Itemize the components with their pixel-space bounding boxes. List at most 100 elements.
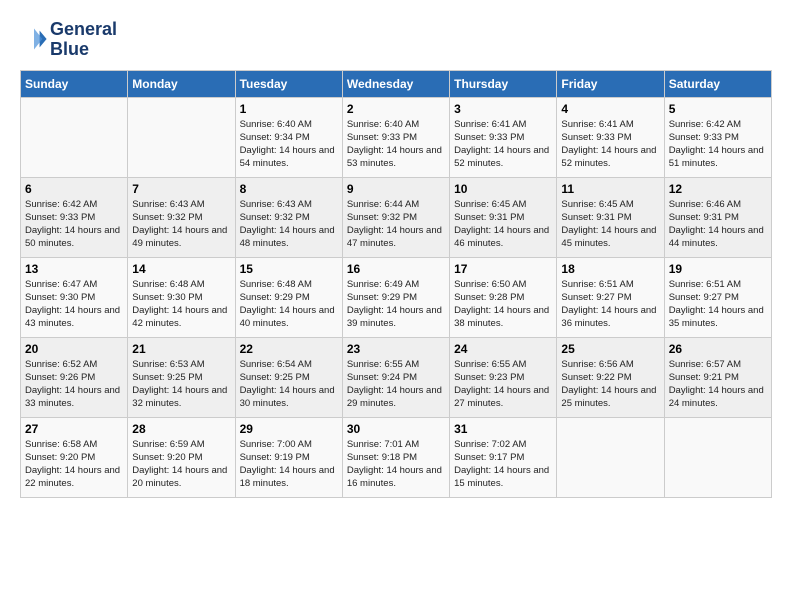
day-number: 8 [240,182,338,196]
calendar-cell: 20 Sunrise: 6:52 AMSunset: 9:26 PMDayligh… [21,337,128,417]
day-info: Sunrise: 6:51 AMSunset: 9:27 PMDaylight:… [561,278,659,331]
day-info: Sunrise: 6:53 AMSunset: 9:25 PMDaylight:… [132,358,230,411]
calendar-week-5: 27 Sunrise: 6:58 AMSunset: 9:20 PMDayligh… [21,417,772,497]
day-info: Sunrise: 6:50 AMSunset: 9:28 PMDaylight:… [454,278,552,331]
col-header-tuesday: Tuesday [235,70,342,97]
day-number: 26 [669,342,767,356]
calendar-cell: 21 Sunrise: 6:53 AMSunset: 9:25 PMDayligh… [128,337,235,417]
day-info: Sunrise: 6:55 AMSunset: 9:23 PMDaylight:… [454,358,552,411]
calendar-cell: 11Sunrise: 6:45 AMSunset: 9:31 PMDayligh… [557,177,664,257]
day-info: Sunrise: 6:58 AMSunset: 9:20 PMDaylight:… [25,438,123,491]
day-number: 9 [347,182,445,196]
day-info: Sunrise: 6:41 AMSunset: 9:33 PMDaylight:… [561,118,659,171]
day-info: Sunrise: 6:41 AMSunset: 9:33 PMDaylight:… [454,118,552,171]
day-info: Sunrise: 7:01 AMSunset: 9:18 PMDaylight:… [347,438,445,491]
day-info: Sunrise: 6:42 AMSunset: 9:33 PMDaylight:… [25,198,123,251]
day-number: 15 [240,262,338,276]
calendar-cell [557,417,664,497]
logo-text: General Blue [50,20,117,60]
calendar-cell: 14 Sunrise: 6:48 AMSunset: 9:30 PMDayligh… [128,257,235,337]
calendar-cell: 17 Sunrise: 6:50 AMSunset: 9:28 PMDayligh… [450,257,557,337]
day-info: Sunrise: 6:46 AMSunset: 9:31 PMDaylight:… [669,198,767,251]
calendar-cell: 13 Sunrise: 6:47 AMSunset: 9:30 PMDayligh… [21,257,128,337]
calendar-cell: 24 Sunrise: 6:55 AMSunset: 9:23 PMDayligh… [450,337,557,417]
day-info: Sunrise: 6:48 AMSunset: 9:29 PMDaylight:… [240,278,338,331]
calendar-week-4: 20 Sunrise: 6:52 AMSunset: 9:26 PMDayligh… [21,337,772,417]
day-number: 25 [561,342,659,356]
page-header: General Blue [20,20,772,60]
day-number: 5 [669,102,767,116]
calendar-cell: 15 Sunrise: 6:48 AMSunset: 9:29 PMDayligh… [235,257,342,337]
day-number: 3 [454,102,552,116]
day-number: 7 [132,182,230,196]
day-info: Sunrise: 6:51 AMSunset: 9:27 PMDaylight:… [669,278,767,331]
calendar-cell: 27 Sunrise: 6:58 AMSunset: 9:20 PMDayligh… [21,417,128,497]
calendar-week-1: 1 Sunrise: 6:40 AMSunset: 9:34 PMDaylight… [21,97,772,177]
calendar-cell: 3 Sunrise: 6:41 AMSunset: 9:33 PMDaylight… [450,97,557,177]
calendar-cell: 23Sunrise: 6:55 AMSunset: 9:24 PMDayligh… [342,337,449,417]
calendar-cell: 29Sunrise: 7:00 AMSunset: 9:19 PMDayligh… [235,417,342,497]
day-info: Sunrise: 6:49 AMSunset: 9:29 PMDaylight:… [347,278,445,331]
day-number: 14 [132,262,230,276]
day-number: 1 [240,102,338,116]
calendar-cell: 1 Sunrise: 6:40 AMSunset: 9:34 PMDaylight… [235,97,342,177]
day-number: 4 [561,102,659,116]
calendar-cell: 25Sunrise: 6:56 AMSunset: 9:22 PMDayligh… [557,337,664,417]
calendar-cell: 28Sunrise: 6:59 AMSunset: 9:20 PMDayligh… [128,417,235,497]
day-number: 16 [347,262,445,276]
col-header-thursday: Thursday [450,70,557,97]
day-info: Sunrise: 6:45 AMSunset: 9:31 PMDaylight:… [561,198,659,251]
calendar-cell: 6 Sunrise: 6:42 AMSunset: 9:33 PMDaylight… [21,177,128,257]
day-info: Sunrise: 6:40 AMSunset: 9:34 PMDaylight:… [240,118,338,171]
day-info: Sunrise: 6:42 AMSunset: 9:33 PMDaylight:… [669,118,767,171]
calendar-cell: 9 Sunrise: 6:44 AMSunset: 9:32 PMDaylight… [342,177,449,257]
day-info: Sunrise: 6:40 AMSunset: 9:33 PMDaylight:… [347,118,445,171]
day-number: 21 [132,342,230,356]
calendar-cell: 18 Sunrise: 6:51 AMSunset: 9:27 PMDayligh… [557,257,664,337]
day-info: Sunrise: 6:47 AMSunset: 9:30 PMDaylight:… [25,278,123,331]
day-number: 6 [25,182,123,196]
calendar-cell [664,417,771,497]
col-header-wednesday: Wednesday [342,70,449,97]
calendar-week-3: 13 Sunrise: 6:47 AMSunset: 9:30 PMDayligh… [21,257,772,337]
day-info: Sunrise: 6:48 AMSunset: 9:30 PMDaylight:… [132,278,230,331]
day-number: 20 [25,342,123,356]
day-number: 2 [347,102,445,116]
day-number: 10 [454,182,552,196]
day-info: Sunrise: 6:52 AMSunset: 9:26 PMDaylight:… [25,358,123,411]
calendar-cell: 31 Sunrise: 7:02 AMSunset: 9:17 PMDayligh… [450,417,557,497]
col-header-saturday: Saturday [664,70,771,97]
day-number: 24 [454,342,552,356]
calendar-cell: 2 Sunrise: 6:40 AMSunset: 9:33 PMDaylight… [342,97,449,177]
day-info: Sunrise: 6:57 AMSunset: 9:21 PMDaylight:… [669,358,767,411]
day-info: Sunrise: 7:00 AMSunset: 9:19 PMDaylight:… [240,438,338,491]
day-number: 30 [347,422,445,436]
calendar-cell: 7Sunrise: 6:43 AMSunset: 9:32 PMDaylight… [128,177,235,257]
day-number: 18 [561,262,659,276]
day-number: 17 [454,262,552,276]
day-info: Sunrise: 7:02 AMSunset: 9:17 PMDaylight:… [454,438,552,491]
day-number: 13 [25,262,123,276]
calendar-cell [128,97,235,177]
calendar-table: SundayMondayTuesdayWednesdayThursdayFrid… [20,70,772,498]
day-number: 27 [25,422,123,436]
col-header-monday: Monday [128,70,235,97]
calendar-cell: 12Sunrise: 6:46 AMSunset: 9:31 PMDayligh… [664,177,771,257]
day-info: Sunrise: 6:54 AMSunset: 9:25 PMDaylight:… [240,358,338,411]
calendar-cell: 19Sunrise: 6:51 AMSunset: 9:27 PMDayligh… [664,257,771,337]
calendar-cell: 22 Sunrise: 6:54 AMSunset: 9:25 PMDayligh… [235,337,342,417]
day-info: Sunrise: 6:44 AMSunset: 9:32 PMDaylight:… [347,198,445,251]
day-number: 23 [347,342,445,356]
col-header-friday: Friday [557,70,664,97]
calendar-cell: 5 Sunrise: 6:42 AMSunset: 9:33 PMDaylight… [664,97,771,177]
calendar-cell [21,97,128,177]
calendar-week-2: 6 Sunrise: 6:42 AMSunset: 9:33 PMDaylight… [21,177,772,257]
col-header-sunday: Sunday [21,70,128,97]
day-number: 22 [240,342,338,356]
calendar-cell: 30 Sunrise: 7:01 AMSunset: 9:18 PMDayligh… [342,417,449,497]
calendar-cell: 8 Sunrise: 6:43 AMSunset: 9:32 PMDaylight… [235,177,342,257]
calendar-cell: 16 Sunrise: 6:49 AMSunset: 9:29 PMDayligh… [342,257,449,337]
calendar-cell: 10Sunrise: 6:45 AMSunset: 9:31 PMDayligh… [450,177,557,257]
day-number: 31 [454,422,552,436]
day-info: Sunrise: 6:43 AMSunset: 9:32 PMDaylight:… [240,198,338,251]
